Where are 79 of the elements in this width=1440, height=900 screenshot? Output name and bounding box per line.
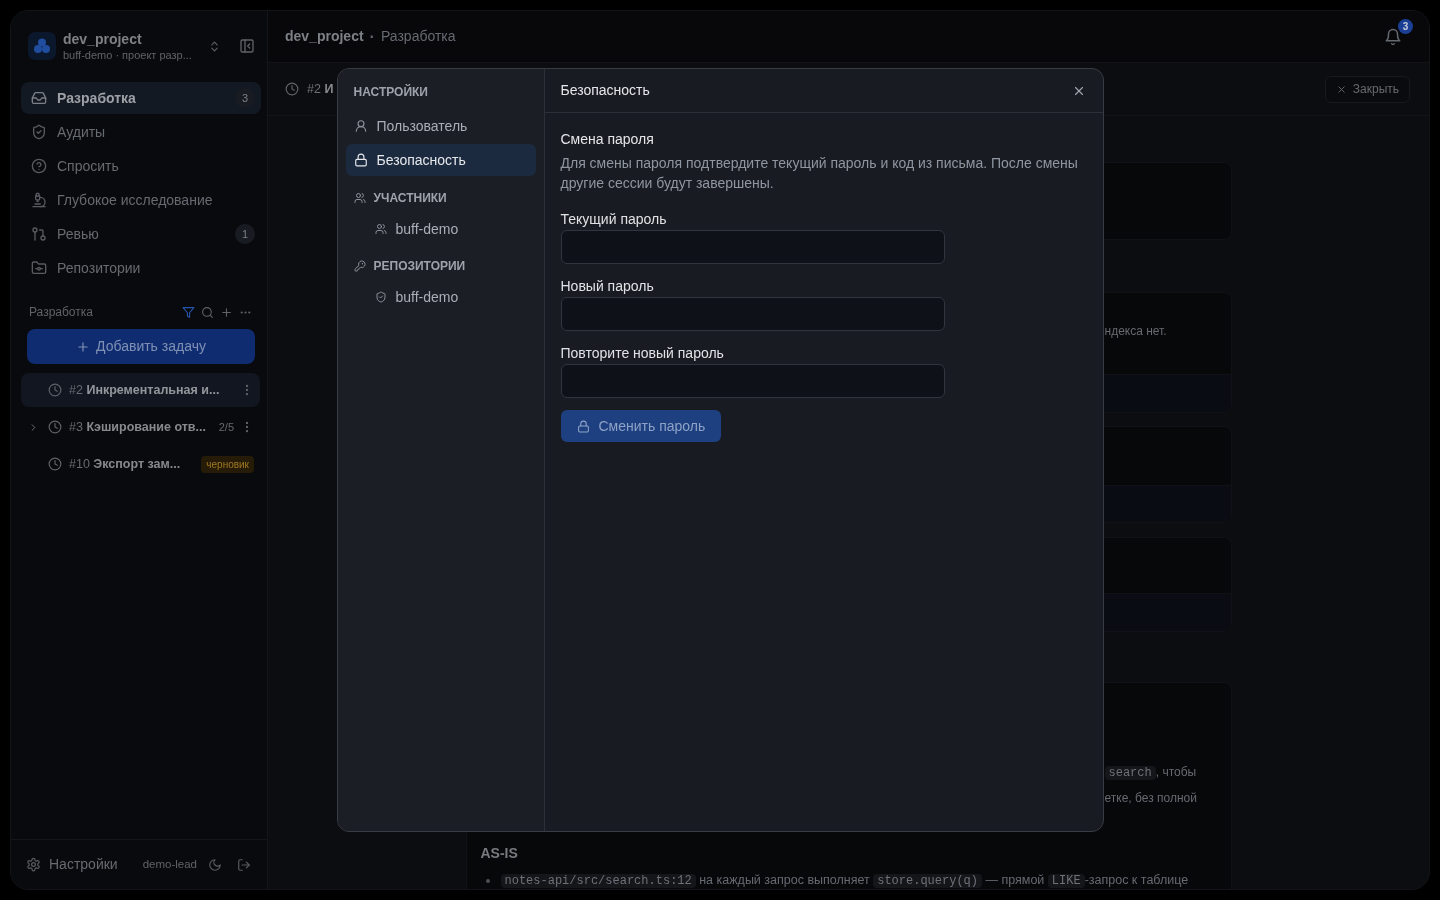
project-subtitle: buff-demo · проект разр...	[63, 48, 192, 62]
settings-nav-item[interactable]: buff-demo	[345, 214, 536, 244]
password-field[interactable]	[560, 230, 945, 264]
settings-nav-item[interactable]: Безопасность	[345, 144, 536, 176]
nav-item[interactable]: Ревью 1	[21, 218, 261, 250]
lock-icon	[353, 153, 368, 167]
task-item[interactable]: #3 Кэширование отв... 2/5	[21, 410, 260, 444]
sidebar-toggle-icon[interactable]	[239, 38, 255, 54]
bell-icon[interactable]	[1384, 27, 1402, 46]
logo-icon	[28, 32, 56, 60]
card-text: search , чтобы	[1104, 765, 1197, 779]
plus-icon[interactable]	[220, 305, 233, 319]
breadcrumb-page: Разработка	[380, 27, 456, 46]
project-name: dev_project	[63, 30, 142, 48]
add-task-button[interactable]: Добавить задачу	[27, 329, 255, 364]
nav-item[interactable]: Репозитории	[21, 252, 261, 284]
password-field[interactable]	[560, 364, 945, 398]
lock-icon	[576, 419, 590, 433]
breadcrumb-project[interactable]: dev_project	[285, 26, 364, 47]
nav-section-heading: РЕПОЗИТОРИИ	[373, 258, 466, 275]
key-icon	[353, 260, 366, 272]
dialog-title: Безопасность	[560, 81, 650, 100]
count-badge: 1	[235, 224, 255, 244]
clock-icon	[48, 420, 62, 434]
notification-badge: 3	[1398, 18, 1413, 34]
task-item[interactable]: #10 Экспорт зам... черновик	[21, 447, 260, 481]
card-text: ндекса нет.	[1104, 324, 1167, 338]
settings-icon[interactable]	[26, 857, 41, 872]
nav-section-heading: УЧАСТНИКИ	[373, 190, 447, 207]
count-badge: 3	[235, 88, 255, 108]
clock-icon	[285, 82, 299, 96]
nav-heading: НАСТРОЙКИ	[352, 83, 429, 101]
microscope-icon	[31, 192, 47, 208]
filter-icon[interactable]	[182, 305, 195, 319]
clock-icon	[48, 457, 62, 471]
field-label: Повторите новый пароль	[560, 344, 724, 363]
task-item[interactable]: #2 Инкрементальная и...	[21, 373, 260, 407]
status-badge: черновик	[201, 455, 254, 473]
inbox-icon	[31, 90, 47, 106]
user-name: demo-lead	[142, 856, 197, 872]
nav-item[interactable]: Спросить	[21, 150, 261, 182]
password-field[interactable]	[560, 297, 945, 331]
breadcrumb-separator: ·	[369, 26, 375, 47]
chevrons-up-down-icon[interactable]	[208, 39, 221, 53]
field-label: Новый пароль	[560, 277, 654, 296]
section-title: Разработка	[29, 304, 93, 321]
section-heading: AS-IS	[480, 844, 518, 863]
close-icon	[1335, 83, 1347, 95]
settings-link[interactable]: Настройки	[49, 854, 118, 875]
task-heading: #2 И	[307, 80, 334, 98]
user-icon	[353, 119, 368, 133]
shield-check-icon	[31, 124, 47, 140]
card-text: етке, без полной	[1104, 791, 1197, 805]
users-icon	[353, 192, 366, 204]
field-label: Текущий пароль	[560, 210, 667, 229]
pull-request-icon	[31, 226, 47, 242]
search-icon[interactable]	[201, 305, 214, 319]
task-title: #10 Экспорт зам...	[69, 455, 181, 473]
task-title: #3 Кэширование отв...	[69, 418, 206, 436]
task-title: #2 Инкрементальная и...	[69, 381, 220, 399]
list-item-text: notes-api/src/search.ts:12 на каждый запрос выполняет store.query(q) — прямой LIKE -запрос к таблице	[500, 873, 1189, 889]
users-icon	[374, 223, 387, 235]
section-description: Для смены пароля подтвердите текущий пароль и код из письма. После смены другие сессии будут завершены.	[560, 154, 1079, 193]
shield-check-icon	[374, 291, 387, 303]
task-progress: 2/5	[218, 419, 234, 435]
nav-item[interactable]: Разработка 3	[21, 82, 261, 114]
clock-icon	[48, 383, 62, 397]
nav-item[interactable]: Глубокое исследование	[21, 184, 261, 216]
nav-item[interactable]: Аудиты	[21, 116, 261, 148]
help-circle-icon	[31, 158, 47, 174]
moon-icon[interactable]	[208, 857, 222, 872]
settings-nav-item[interactable]: Пользователь	[345, 110, 536, 142]
plus-icon	[76, 339, 91, 354]
section-title: Смена пароля	[560, 130, 654, 149]
bullet-icon	[485, 879, 490, 883]
folder-icon	[31, 260, 47, 276]
close-task-button[interactable]: Закрыть	[1324, 75, 1410, 103]
logout-icon[interactable]	[237, 857, 251, 872]
settings-nav-item[interactable]: buff-demo	[345, 282, 536, 312]
